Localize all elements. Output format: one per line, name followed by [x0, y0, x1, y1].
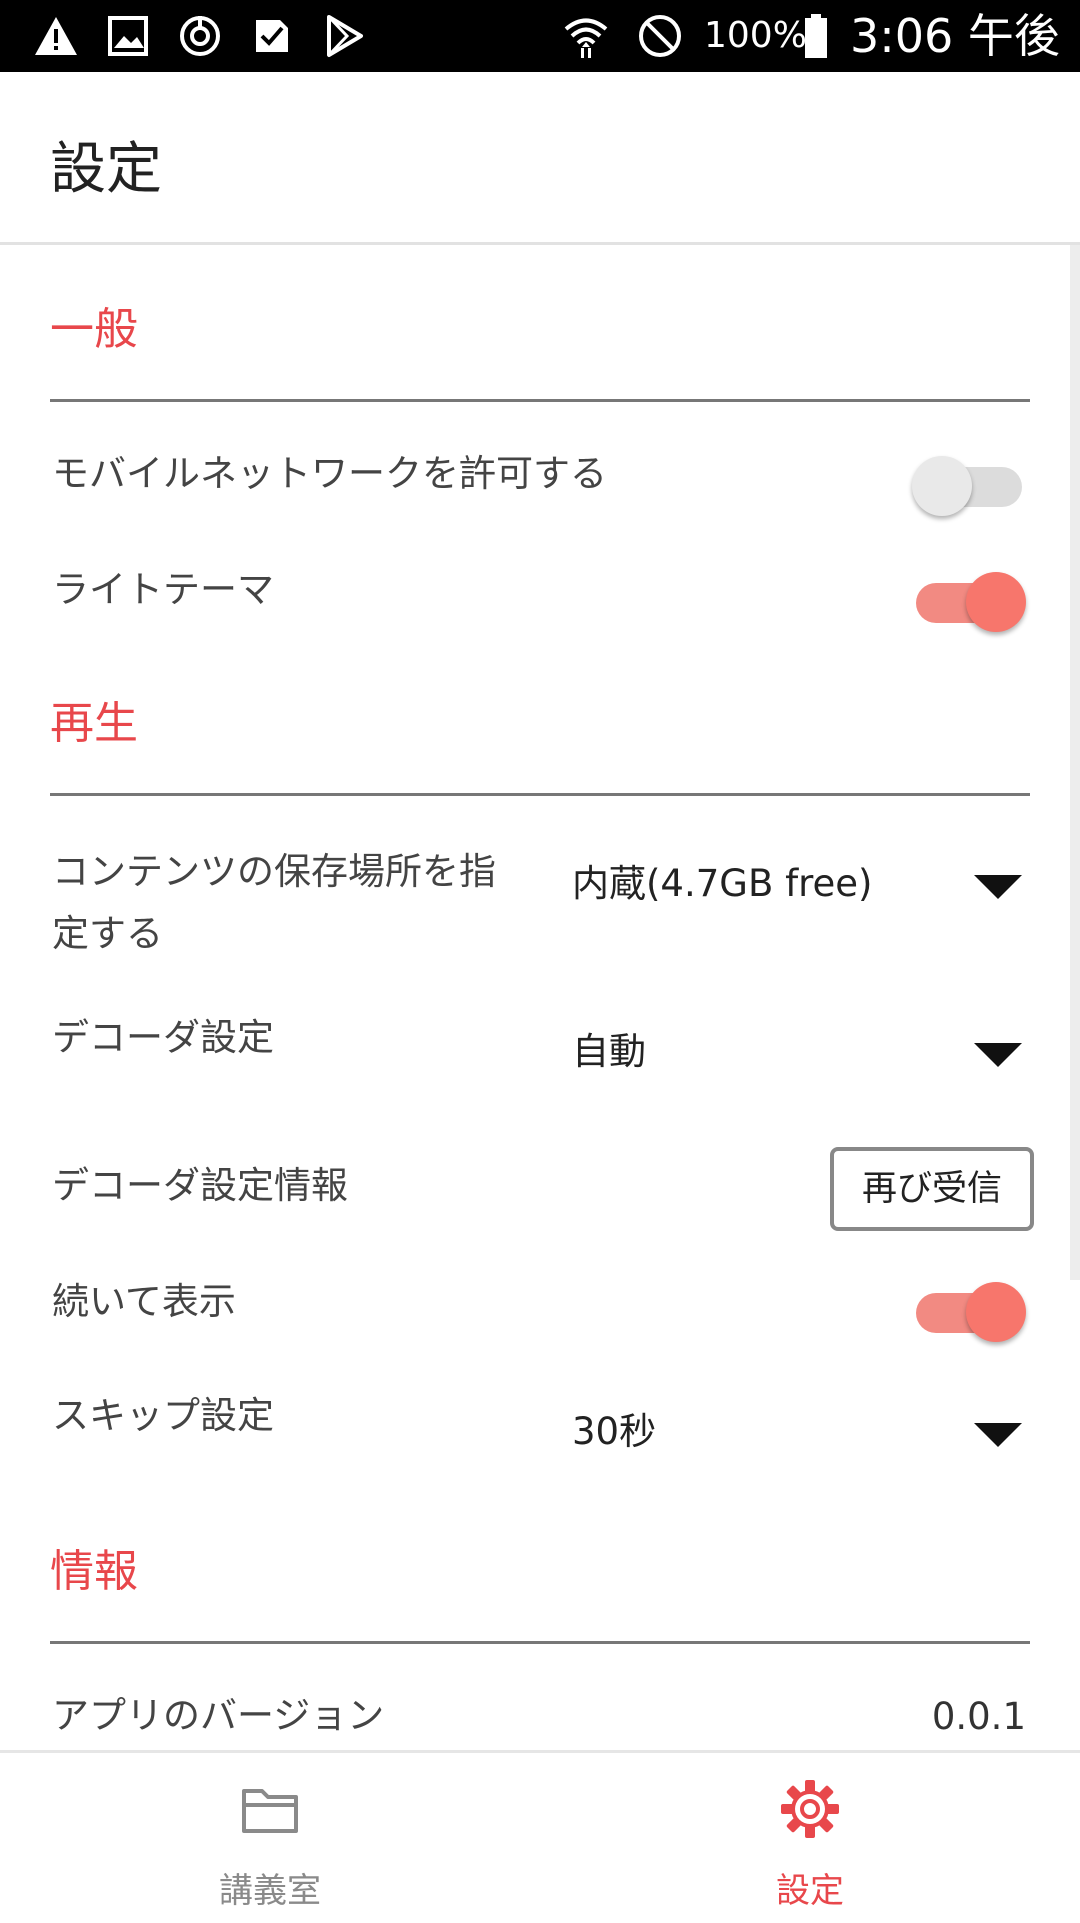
nav-item-classroom[interactable]: 講義室: [0, 1753, 540, 1923]
play-store-icon: [327, 15, 363, 57]
page-title: 設定: [50, 137, 162, 202]
skip-dropdown[interactable]: 30秒: [572, 1393, 1032, 1473]
toggle-thumb: [966, 1282, 1026, 1342]
clock: 3:06 午後: [850, 9, 1060, 63]
sync-icon: [180, 16, 220, 56]
dropdown-arrow-icon: [974, 875, 1022, 899]
section-header-info: 情報: [50, 1546, 138, 1597]
section-header-general: 一般: [50, 304, 138, 355]
wifi-icon: [564, 18, 608, 58]
folder-icon: [242, 1789, 298, 1833]
app-version-value: 0.0.1: [931, 1695, 1026, 1738]
light-theme-toggle[interactable]: [916, 568, 1026, 632]
dropdown-arrow-icon: [974, 1043, 1022, 1067]
setting-label-skip: スキップ設定: [52, 1394, 274, 1437]
app-bar: 設定: [0, 72, 1080, 245]
status-bar: 100% 3:06 午後: [0, 0, 1080, 72]
skip-dropdown-value: 30秒: [572, 1410, 657, 1453]
image-icon: [108, 16, 148, 56]
dropdown-arrow-icon: [974, 1423, 1022, 1447]
setting-label-autoplay: 続いて表示: [52, 1280, 236, 1323]
setting-label-decoder-info: デコーダ設定情報: [52, 1164, 348, 1207]
settings-list[interactable]: 一般 モバイルネットワークを許可する ライトテーマ 再生 コンテンツの保存場所を…: [0, 245, 1080, 1750]
bottom-nav: 講義室 設定: [0, 1750, 1080, 1923]
storage-dropdown-value: 内蔵(4.7GB free): [572, 862, 873, 905]
section-divider: [50, 1641, 1030, 1644]
battery-icon: [805, 14, 827, 58]
gear-icon: [781, 1780, 839, 1838]
warning-icon: [35, 17, 77, 55]
refetch-button[interactable]: 再び受信: [830, 1147, 1034, 1231]
autoplay-toggle[interactable]: [916, 1278, 1026, 1342]
setting-label-storage: コンテンツの保存場所を指定する: [52, 850, 496, 955]
section-divider: [50, 793, 1030, 796]
section-header-playback: 再生: [50, 698, 138, 749]
nav-label-settings: 設定: [776, 1871, 844, 1911]
decoder-dropdown-value: 自動: [572, 1030, 646, 1073]
mobile-network-toggle[interactable]: [912, 452, 1024, 516]
nav-label-classroom: 講義室: [219, 1871, 321, 1911]
check-icon: [256, 20, 288, 52]
setting-label-decoder: デコーダ設定: [52, 1016, 274, 1059]
nav-item-settings[interactable]: 設定: [540, 1753, 1080, 1923]
setting-label-version: アプリのバージョン: [52, 1694, 385, 1737]
do-not-disturb-icon: [639, 15, 681, 57]
toggle-thumb: [912, 456, 972, 516]
setting-label-light-theme: ライトテーマ: [52, 568, 274, 611]
decoder-dropdown[interactable]: 自動: [572, 1013, 1032, 1093]
section-divider: [50, 399, 1030, 402]
storage-dropdown[interactable]: 内蔵(4.7GB free): [572, 845, 1032, 925]
setting-label-mobile-network: モバイルネットワークを許可する: [52, 452, 607, 495]
toggle-thumb: [966, 572, 1026, 632]
scrollbar[interactable]: [1070, 245, 1080, 1280]
